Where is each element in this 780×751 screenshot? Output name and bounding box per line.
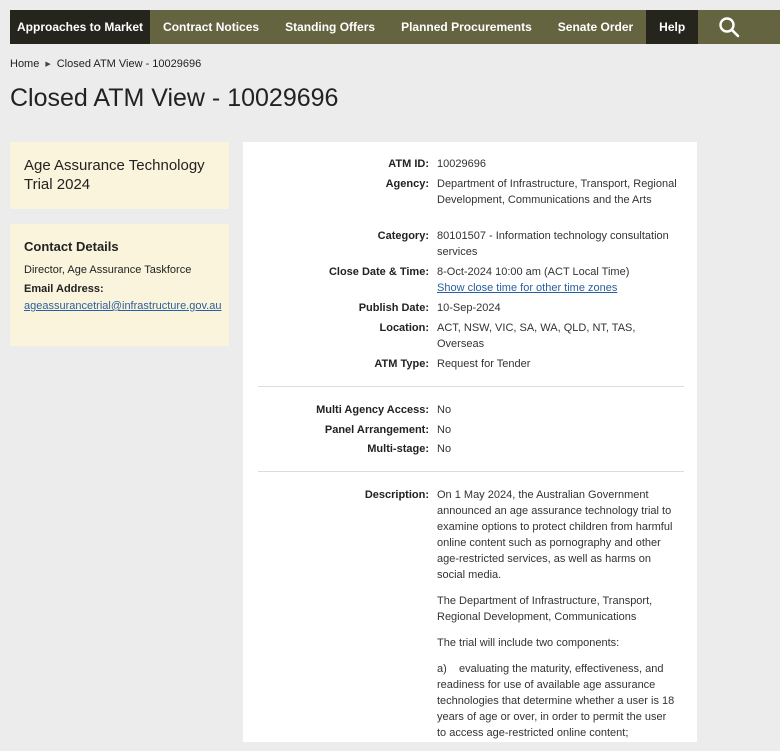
nav-contract-notices[interactable]: Contract Notices bbox=[150, 10, 272, 44]
description-paragraph: The trial will include two components: bbox=[437, 637, 620, 649]
chevron-right-icon: ▶ bbox=[45, 61, 51, 68]
publish-date-value: 10-Sep-2024 bbox=[437, 302, 501, 314]
section-divider bbox=[258, 471, 684, 472]
sidebar-title: Age Assurance Technology Trial 2024 bbox=[24, 157, 205, 193]
page-title: Closed ATM View - 10029696 bbox=[10, 84, 339, 112]
contact-heading: Contact Details bbox=[24, 239, 119, 254]
atm-type-value: Request for Tender bbox=[437, 358, 531, 370]
description-paragraph: a) evaluating the maturity, effectivenes… bbox=[437, 663, 678, 739]
description-paragraph: The Department of Infrastructure, Transp… bbox=[437, 595, 653, 623]
category-value: 80101507 - Information technology consul… bbox=[437, 230, 669, 258]
contact-email-link[interactable]: ageassurancetrial@infrastructure.gov.au bbox=[24, 298, 224, 314]
description-value: On 1 May 2024, the Australian Government… bbox=[437, 487, 677, 751]
agency-label: Agency: bbox=[385, 178, 429, 190]
breadcrumb-current: Closed ATM View - 10029696 bbox=[56, 58, 202, 70]
close-date-label: Close Date & Time: bbox=[328, 266, 429, 278]
breadcrumb-home[interactable]: Home bbox=[10, 58, 39, 70]
multi-stage-value: No bbox=[437, 443, 452, 455]
nav-standing-offers[interactable]: Standing Offers bbox=[272, 10, 388, 44]
multi-agency-value: No bbox=[437, 404, 452, 416]
breadcrumb: Home ▶ Closed ATM View - 10029696 bbox=[10, 58, 201, 70]
contact-email-label: Email Address: bbox=[24, 283, 104, 295]
nav-senate-order[interactable]: Senate Order bbox=[545, 10, 646, 44]
close-date-value: 8-Oct-2024 10:00 am (ACT Local Time) bbox=[437, 266, 630, 278]
nav-help[interactable]: Help bbox=[646, 10, 699, 44]
description-label: Description: bbox=[364, 489, 429, 501]
main-navigation: Approaches to Market Contract Notices St… bbox=[10, 10, 780, 44]
timezone-link[interactable]: Show close time for other time zones bbox=[437, 280, 677, 296]
multi-agency-label: Multi Agency Access: bbox=[316, 404, 429, 416]
section-divider bbox=[258, 386, 684, 387]
nav-approaches-to-market[interactable]: Approaches to Market bbox=[10, 10, 151, 44]
atm-id-value: 10029696 bbox=[437, 158, 486, 170]
description-paragraph: On 1 May 2024, the Australian Government… bbox=[437, 489, 673, 581]
panel-arrangement-label: Panel Arrangement: bbox=[324, 424, 429, 436]
contact-role: Director, Age Assurance Taskforce bbox=[24, 264, 192, 276]
category-label: Category: bbox=[377, 230, 429, 242]
close-date-value-wrap: 8-Oct-2024 10:00 am (ACT Local Time) Sho… bbox=[437, 264, 677, 296]
location-label: Location: bbox=[379, 322, 430, 334]
nav-planned-procurements[interactable]: Planned Procurements bbox=[388, 10, 545, 44]
location-value: ACT, NSW, VIC, SA, WA, QLD, NT, TAS, Ove… bbox=[437, 322, 636, 350]
search-icon bbox=[719, 17, 740, 38]
panel-arrangement-value: No bbox=[437, 424, 452, 436]
atm-type-label: ATM Type: bbox=[374, 358, 429, 370]
agency-value: Department of Infrastructure, Transport,… bbox=[437, 178, 677, 206]
publish-date-label: Publish Date: bbox=[358, 302, 429, 314]
multi-stage-label: Multi-stage: bbox=[367, 443, 429, 455]
atm-id-label: ATM ID: bbox=[388, 158, 429, 170]
search-button[interactable] bbox=[698, 10, 740, 44]
